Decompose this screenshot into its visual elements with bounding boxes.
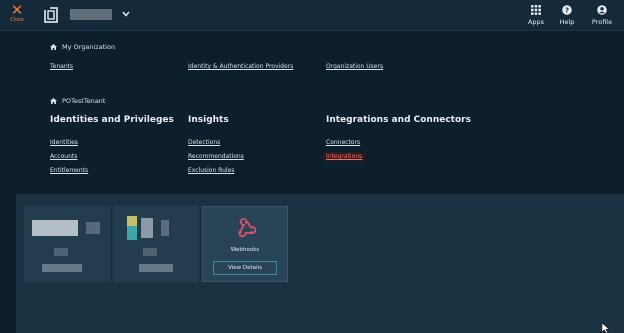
integration-button <box>42 264 82 272</box>
tenant-heading: POTestTenant <box>50 97 105 105</box>
integration-logo <box>127 226 137 240</box>
close-button[interactable]: ✕ Close <box>4 3 30 29</box>
integration-logo <box>32 220 78 236</box>
close-icon: ✕ <box>10 1 24 19</box>
integration-name <box>54 248 68 256</box>
app-logo-icon <box>44 7 58 23</box>
top-bar: ✕ Close Apps ? Help Profile <box>0 0 624 31</box>
my-organization-label: My Organization <box>62 43 116 51</box>
close-label: Close <box>10 17 24 23</box>
svg-text:?: ? <box>565 7 569 15</box>
nav-link-entitlements[interactable]: Entitlements <box>50 167 88 174</box>
nav-link-identity-auth-providers[interactable]: Identity & Authentication Providers <box>188 63 293 70</box>
integration-button <box>139 264 173 272</box>
organization-selector[interactable] <box>70 9 112 20</box>
webhooks-card-title: Webhooks <box>230 247 260 253</box>
apps-button[interactable]: Apps <box>522 5 550 26</box>
integration-logo <box>141 218 153 238</box>
nav-link-identities[interactable]: Identities <box>50 139 78 146</box>
nav-link-organization-users[interactable]: Organization Users <box>326 63 383 70</box>
column-heading-integrations: Integrations and Connectors <box>326 115 471 125</box>
home-icon <box>50 98 57 104</box>
help-label: Help <box>559 18 575 26</box>
integration-logo <box>86 222 100 234</box>
profile-label: Profile <box>591 18 613 26</box>
nav-link-recommendations[interactable]: Recommendations <box>188 153 244 160</box>
chevron-down-icon[interactable] <box>122 11 130 17</box>
webhooks-card[interactable]: Webhooks View Details <box>202 206 288 282</box>
user-icon <box>597 5 607 15</box>
nav-link-accounts[interactable]: Accounts <box>50 153 77 160</box>
webhook-icon <box>238 218 256 237</box>
nav-link-detections[interactable]: Detections <box>188 139 220 146</box>
help-button[interactable]: ? Help <box>553 5 581 26</box>
nav-link-exclusion-rules[interactable]: Exclusion Rules <box>188 167 234 174</box>
help-icon: ? <box>562 5 572 15</box>
apps-label: Apps <box>527 18 545 26</box>
integration-card[interactable] <box>24 206 110 282</box>
nav-link-connectors[interactable]: Connectors <box>326 139 360 146</box>
my-organization-heading: My Organization <box>50 43 115 51</box>
integration-name <box>143 248 157 256</box>
column-heading-identities: Identities and Privileges <box>50 115 174 125</box>
column-heading-insights: Insights <box>188 115 229 125</box>
nav-link-tenants[interactable]: Tenants <box>50 63 73 70</box>
integration-card[interactable] <box>113 206 199 282</box>
mouse-cursor-icon <box>602 323 610 333</box>
view-details-button[interactable]: View Details <box>213 261 277 275</box>
nav-link-integrations[interactable]: Integrations <box>323 152 366 161</box>
integrations-content: Webhooks View Details <box>16 194 624 333</box>
profile-button[interactable]: Profile <box>588 5 616 26</box>
grid-icon <box>531 5 541 15</box>
home-icon <box>50 44 57 50</box>
integration-logo <box>161 220 169 236</box>
tenant-label: POTestTenant <box>62 97 106 105</box>
